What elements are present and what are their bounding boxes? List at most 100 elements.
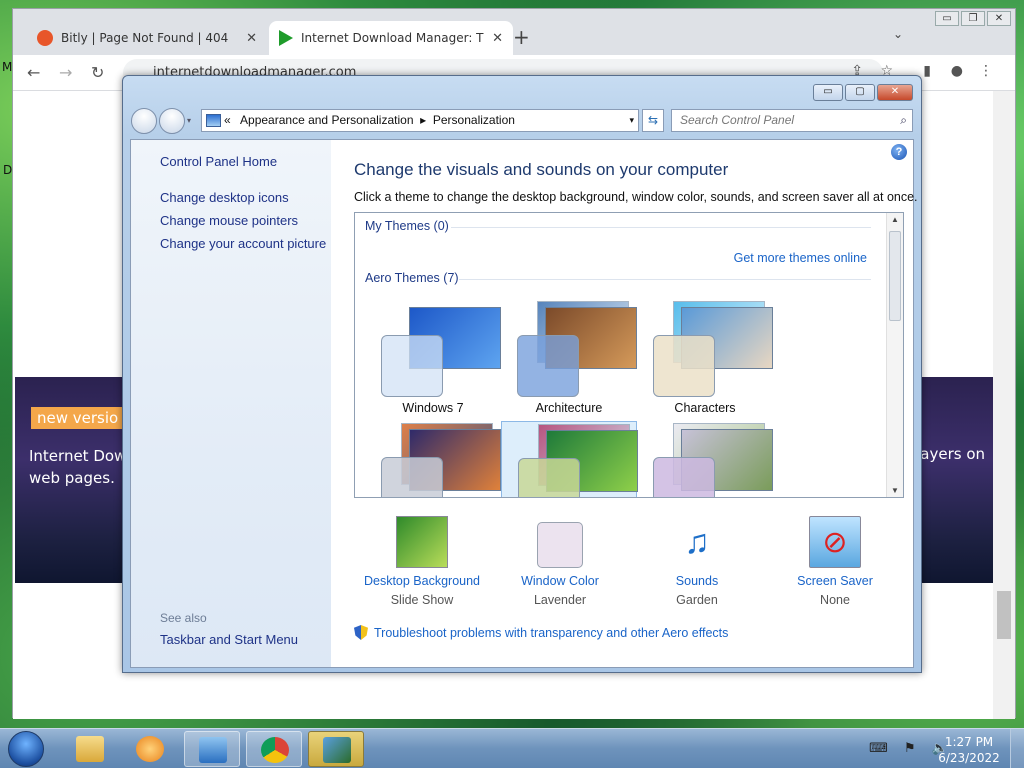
theme-name: Characters [674, 401, 736, 415]
change-mouse-pointers-link[interactable]: Change mouse pointers [160, 213, 298, 228]
close-button[interactable]: ✕ [987, 11, 1011, 26]
theme-nature-selected[interactable] [501, 421, 638, 497]
tab-title: Internet Download Manager: The [301, 31, 485, 45]
tab-idm[interactable]: Internet Download Manager: The ✕ [269, 21, 513, 55]
control-panel-home-link[interactable]: Control Panel Home [160, 154, 277, 169]
taskbar-idm[interactable] [308, 731, 364, 767]
uac-shield-icon [354, 625, 368, 640]
window-color-label[interactable]: Window Color [490, 574, 630, 588]
page-scrollbar[interactable] [993, 91, 1015, 719]
aero-themes-header: Aero Themes (7) [365, 271, 459, 285]
reload-icon[interactable]: ↻ [91, 63, 104, 82]
tab-search-chevron-icon[interactable]: ⌄ [893, 27, 903, 41]
breadcrumb-overflow-icon[interactable]: « [224, 113, 231, 127]
start-button[interactable] [8, 731, 44, 767]
show-desktop-button[interactable] [1010, 729, 1024, 768]
breadcrumb-appearance[interactable]: Appearance and Personalization [240, 113, 413, 127]
see-also-label: See also [160, 611, 207, 625]
minimize-button[interactable]: ▭ [813, 84, 843, 101]
side-panel-icon[interactable]: ▮ [923, 63, 931, 79]
chrome-window-controls: ▭ ❐ ✕ [935, 11, 1011, 26]
scroll-up-icon[interactable]: ▲ [891, 215, 899, 224]
tab-bitly[interactable]: Bitly | Page Not Found | 404 ✕ [27, 21, 267, 55]
chrome-menu-icon[interactable]: ⋮ [979, 63, 993, 79]
scrollbar-thumb[interactable] [997, 591, 1011, 639]
desktop-background-label[interactable]: Desktop Background [352, 574, 492, 588]
taskbar-explorer[interactable] [62, 731, 118, 767]
close-button[interactable]: ✕ [877, 84, 913, 101]
desktop-background-icon [396, 516, 448, 568]
forward-arrow-icon[interactable]: → [59, 63, 72, 82]
theme-windows-7[interactable]: Windows 7 [365, 299, 501, 419]
sounds-value: Garden [676, 593, 718, 607]
page-description: Click a theme to change the desktop back… [354, 190, 918, 204]
page-title: Change the visuals and sounds on your co… [354, 160, 729, 179]
help-icon[interactable]: ? [891, 144, 907, 160]
profile-avatar-icon[interactable]: ● [951, 63, 963, 79]
window-content: Control Panel Home Change desktop icons … [130, 139, 918, 668]
taskbar-chrome[interactable] [246, 731, 302, 767]
new-version-badge[interactable]: new versio [31, 407, 125, 429]
breadcrumb-personalization[interactable]: Personalization [433, 113, 515, 127]
get-more-themes-link[interactable]: Get more themes online [734, 251, 867, 265]
search-input[interactable]: Search Control Panel ⌕ [671, 109, 913, 132]
change-desktop-icons-link[interactable]: Change desktop icons [160, 190, 289, 205]
tab-strip: Bitly | Page Not Found | 404 ✕ Internet … [13, 9, 1015, 55]
personalization-window: ▭ ▢ ✕ ▾ « Appearance and Personalization… [122, 75, 922, 673]
window-color-button[interactable]: Window Color Lavender [490, 516, 630, 607]
theme-architecture[interactable]: Architecture [501, 299, 637, 419]
refresh-icon[interactable]: ⇆ [642, 109, 664, 132]
my-themes-header: My Themes (0) [365, 219, 449, 233]
change-account-picture-link[interactable]: Change your account picture [160, 236, 326, 251]
theme-characters[interactable]: Characters [637, 299, 773, 419]
theme-color-swatch [518, 458, 580, 497]
close-icon[interactable]: ✕ [246, 31, 257, 46]
scroll-down-icon[interactable]: ▼ [891, 486, 899, 495]
restore-button[interactable]: ❐ [961, 11, 985, 26]
maximize-button[interactable]: ▢ [845, 84, 875, 101]
page-edge-letter: M [2, 60, 13, 74]
close-icon[interactable]: ✕ [492, 31, 503, 46]
theme-list[interactable]: My Themes (0) Get more themes online Aer… [354, 212, 904, 498]
sounds-button[interactable]: ♫ Sounds Garden [627, 516, 767, 607]
taskbar-start-menu-link[interactable]: Taskbar and Start Menu [160, 632, 298, 647]
desktop-background-value: Slide Show [390, 593, 454, 607]
forward-button[interactable] [159, 108, 185, 134]
theme-color-swatch [381, 457, 443, 497]
minimize-button[interactable]: ▭ [935, 11, 959, 26]
search-placeholder: Search Control Panel [680, 113, 795, 127]
window-color-value: Lavender [533, 593, 587, 607]
idm-favicon-icon [279, 30, 293, 46]
sounds-icon: ♫ [684, 523, 710, 561]
nav-buttons [131, 108, 185, 134]
desktop-background-button[interactable]: Desktop Background Slide Show [352, 516, 492, 607]
back-arrow-icon[interactable]: ← [27, 63, 40, 82]
sounds-label[interactable]: Sounds [627, 574, 767, 588]
clock-date: 6/23/2022 [938, 751, 1000, 765]
control-panel-icon [199, 737, 227, 763]
taskbar-control-panel[interactable] [184, 731, 240, 767]
breadcrumb[interactable]: « Appearance and Personalization ▸ Perso… [201, 109, 639, 132]
clock[interactable]: 1:27 PM 6/23/2022 [934, 734, 1004, 766]
scrollbar-thumb[interactable] [889, 231, 901, 321]
screen-saver-button[interactable]: ⊘ Screen Saver None [765, 516, 905, 607]
theme-landscapes[interactable] [365, 421, 501, 497]
back-button[interactable] [131, 108, 157, 134]
theme-color-swatch [653, 335, 715, 397]
new-tab-button[interactable]: + [513, 25, 530, 49]
breadcrumb-separator-icon[interactable]: ▸ [420, 113, 426, 127]
search-icon[interactable]: ⌕ [900, 110, 907, 131]
screen-saver-label[interactable]: Screen Saver [765, 574, 905, 588]
screen-saver-value: None [820, 593, 850, 607]
recent-pages-dropdown-icon[interactable]: ▾ [187, 116, 191, 125]
taskbar-media-player[interactable] [122, 731, 178, 767]
media-player-icon [136, 736, 164, 762]
troubleshoot-link[interactable]: Troubleshoot problems with transparency … [354, 625, 728, 640]
theme-scenes[interactable] [637, 421, 773, 497]
address-dropdown-icon[interactable]: ▾ [629, 110, 634, 131]
clock-time: 1:27 PM [944, 735, 994, 749]
theme-list-scrollbar[interactable]: ▲ ▼ [886, 213, 903, 497]
theme-name: Windows 7 [402, 401, 464, 415]
theme-color-swatch [517, 335, 579, 397]
group-divider [451, 227, 871, 228]
